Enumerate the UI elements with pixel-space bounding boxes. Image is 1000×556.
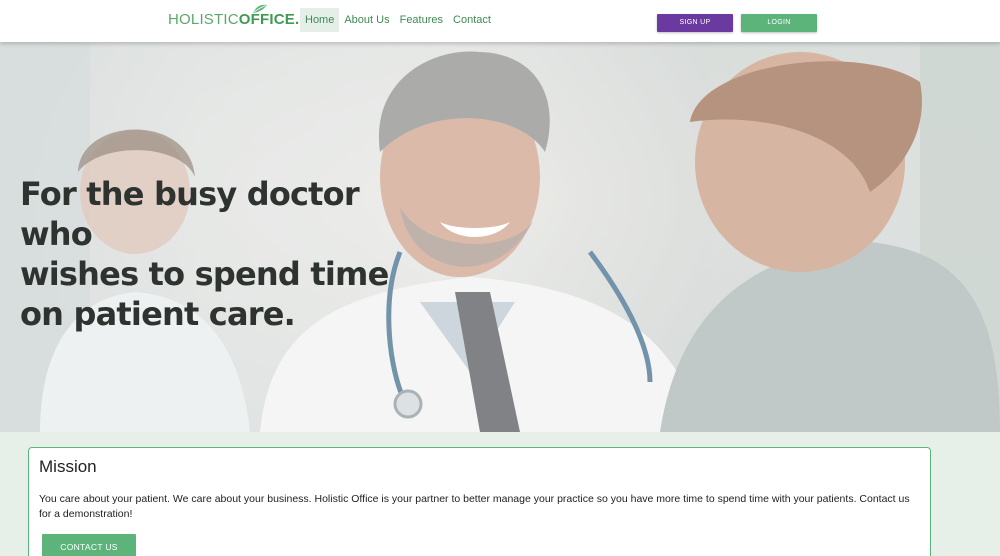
logo-light-text: HOLISTIC <box>168 11 239 28</box>
mission-card: Mission You care about your patient. We … <box>28 447 931 556</box>
login-button[interactable]: LOGIN <box>741 14 817 32</box>
logo-wordmark: HOLISTICOFFICE. <box>168 12 299 31</box>
leaf-icon <box>253 4 267 13</box>
mission-text: You care about your patient. We care abo… <box>39 493 910 520</box>
sign-up-button[interactable]: SIGN UP <box>657 14 733 32</box>
brand-logo[interactable]: HOLISTICOFFICE. <box>168 4 299 31</box>
hero-line-2: wishes to spend time <box>20 255 389 293</box>
nav-item-home[interactable]: Home <box>300 8 340 32</box>
hero-line-3: on patient care. <box>20 295 296 333</box>
main-nav: Home About Us Features Contact <box>300 8 496 32</box>
hero-line-1: For the busy doctor who <box>20 175 360 253</box>
hero-banner: For the busy doctor who wishes to spend … <box>0 42 1000 432</box>
nav-item-about-us[interactable]: About Us <box>339 8 394 32</box>
contact-us-button[interactable]: CONTACT US <box>42 534 136 556</box>
nav-item-features[interactable]: Features <box>395 8 448 32</box>
top-navbar: HOLISTICOFFICE. Home About Us Features C… <box>0 0 1000 42</box>
hero-headline: For the busy doctor who wishes to spend … <box>20 174 420 334</box>
nav-item-contact[interactable]: Contact <box>448 8 496 32</box>
logo-dot: . <box>294 11 300 28</box>
mission-title: Mission <box>39 457 97 476</box>
